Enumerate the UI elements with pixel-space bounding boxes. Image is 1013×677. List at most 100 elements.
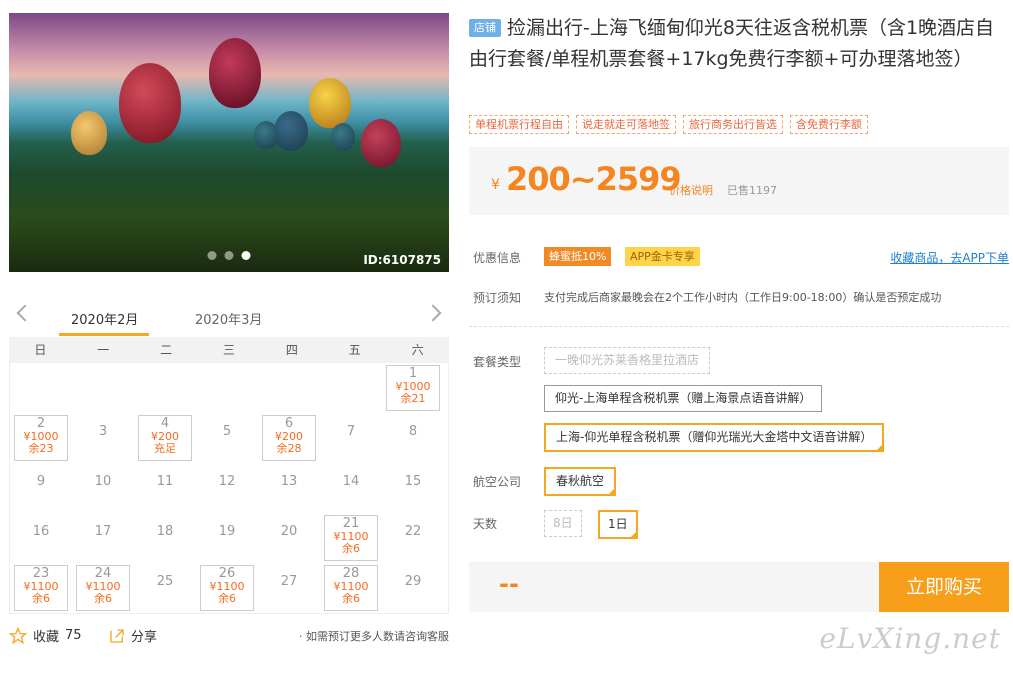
day-number: 23 xyxy=(32,566,50,581)
day-stock: 余28 xyxy=(276,442,302,455)
day-number: 15 xyxy=(404,474,422,489)
calendar-day: 16 xyxy=(10,513,72,563)
booking-label: 预订须知 xyxy=(473,291,522,305)
total-price: -- xyxy=(499,570,519,598)
calendar-day: 15 xyxy=(382,463,444,513)
calendar-day[interactable]: 1 ¥1000 余21 xyxy=(382,363,444,413)
balloon-shape xyxy=(331,123,355,151)
feature-tag: 含免费行李额 xyxy=(790,115,868,134)
calendar-day: 5 xyxy=(196,413,258,463)
carousel-dot-active[interactable] xyxy=(241,251,251,260)
weekday-label: 三 xyxy=(223,343,236,357)
feature-tag: 说走就走可落地签 xyxy=(576,115,676,134)
tab-month-next[interactable]: 2020年3月 xyxy=(195,309,262,328)
day-number: 8 xyxy=(408,424,418,439)
share-button[interactable]: 分享 xyxy=(109,626,157,645)
sold-count: 已售1197 xyxy=(727,184,777,197)
days-label: 天数 xyxy=(473,517,498,531)
day-number: 19 xyxy=(218,524,236,539)
weekday-label: 五 xyxy=(348,343,361,357)
shop-badge[interactable]: 店铺 xyxy=(469,19,501,37)
package-option-outbound-flight[interactable]: 上海-仰光单程含税机票（赠仰光瑞光大金塔中文语音讲解） xyxy=(544,423,885,452)
package-option-return-flight[interactable]: 仰光-上海单程含税机票（赠上海景点语音讲解） xyxy=(544,385,823,412)
share-icon xyxy=(110,628,124,643)
airline-option[interactable]: 春秋航空 xyxy=(544,467,617,496)
carousel-dot[interactable] xyxy=(207,251,217,260)
calendar-day: 19 xyxy=(196,513,258,563)
star-icon xyxy=(9,626,27,644)
buy-bar: -- 立即购买 xyxy=(469,562,1009,612)
calendar-empty-cell xyxy=(134,363,196,413)
day-stock: 余21 xyxy=(400,392,426,405)
balloon-shape xyxy=(71,111,107,155)
calendar-day: 10 xyxy=(72,463,134,513)
calendar-day[interactable]: 23 ¥1100 余6 xyxy=(10,563,72,613)
day-number: 25 xyxy=(156,574,174,589)
weekday-header: 日 一 二 三 四 五 六 xyxy=(9,337,449,363)
calendar-day[interactable]: 28 ¥1100 余6 xyxy=(320,563,382,613)
calendar-day[interactable]: 4 ¥200 充足 xyxy=(134,413,196,463)
calendar-day: 27 xyxy=(258,563,320,613)
favorite-count: 75 xyxy=(65,628,82,643)
calendar-empty-cell xyxy=(258,363,320,413)
discount-badge-app: APP金卡专享 xyxy=(625,247,700,266)
discount-badge-honey: 蜂蜜抵10% xyxy=(544,247,612,266)
day-number: 1 xyxy=(408,366,418,381)
calendar-day: 17 xyxy=(72,513,134,563)
day-number: 27 xyxy=(280,574,298,589)
calendar-header: 2020年2月 2020年3月 xyxy=(9,299,449,337)
carousel-dot[interactable] xyxy=(224,251,234,260)
day-number: 28 xyxy=(342,566,360,581)
product-title: 店铺 捡漏出行-上海飞缅甸仰光8天往返含税机票（含1晚酒店自由行套餐/单程机票套餐… xyxy=(469,13,999,75)
day-number: 3 xyxy=(98,424,108,439)
product-photo: ID:6107875 xyxy=(9,13,449,272)
day-number: 5 xyxy=(222,424,232,439)
day-number: 9 xyxy=(36,474,46,489)
day-stock: 余6 xyxy=(94,592,112,605)
days-option-1[interactable]: 1日 xyxy=(598,510,638,539)
calendar-day[interactable]: 2 ¥1000 余23 xyxy=(10,413,72,463)
favorite-button[interactable]: 收藏 75 xyxy=(9,626,82,645)
calendar-day[interactable]: 21 ¥1100 余6 xyxy=(320,513,382,563)
share-label: 分享 xyxy=(131,630,158,645)
day-number: 14 xyxy=(342,474,360,489)
day-number: 2 xyxy=(36,416,46,431)
price-range: 200~2599 xyxy=(506,160,682,198)
day-number: 20 xyxy=(280,524,298,539)
calendar-day[interactable]: 26 ¥1100 余6 xyxy=(196,563,258,613)
calendar-empty-cell xyxy=(10,363,72,413)
day-number: 7 xyxy=(346,424,356,439)
product-title-text: 捡漏出行-上海飞缅甸仰光8天往返含税机票（含1晚酒店自由行套餐/单程机票套餐+1… xyxy=(469,17,995,70)
calendar-empty-cell xyxy=(72,363,134,413)
balloon-shape xyxy=(254,121,278,149)
carousel-dots xyxy=(207,251,251,260)
calendar-day[interactable]: 6 ¥200 余28 xyxy=(258,413,320,463)
calendar-day: 7 xyxy=(320,413,382,463)
active-month-underline xyxy=(59,333,149,336)
tab-month-current[interactable]: 2020年2月 xyxy=(71,309,138,328)
balloon-shape xyxy=(119,63,181,143)
days-option-8[interactable]: 8日 xyxy=(544,510,582,537)
weekday-label: 二 xyxy=(160,343,173,357)
next-month-icon[interactable] xyxy=(424,304,442,322)
calendar-day: 14 xyxy=(320,463,382,513)
day-number: 16 xyxy=(32,524,50,539)
buy-now-button[interactable]: 立即购买 xyxy=(879,562,1009,612)
calendar-day: 18 xyxy=(134,513,196,563)
prev-month-icon[interactable] xyxy=(16,304,34,322)
calendar-empty-cell xyxy=(196,363,258,413)
calendar-day[interactable]: 24 ¥1100 余6 xyxy=(72,563,134,613)
balloon-shape xyxy=(209,38,261,108)
day-number: 21 xyxy=(342,516,360,531)
package-option-hotel[interactable]: 一晚仰光苏莱香格里拉酒店 xyxy=(544,347,711,374)
day-number: 17 xyxy=(94,524,112,539)
collect-app-link[interactable]: 收藏商品，去APP下单 xyxy=(890,249,1009,266)
day-number: 11 xyxy=(156,474,174,489)
calendar-day: 9 xyxy=(10,463,72,513)
price-calendar: 2020年2月 2020年3月 日 一 二 三 四 五 六 1 ¥1000 余21 2… xyxy=(9,299,449,614)
day-stock: 余6 xyxy=(32,592,50,605)
day-number: 18 xyxy=(156,524,174,539)
price-note-link[interactable]: 价格说明 xyxy=(669,182,713,198)
weekday-label: 一 xyxy=(97,343,110,357)
calendar-day: 8 xyxy=(382,413,444,463)
